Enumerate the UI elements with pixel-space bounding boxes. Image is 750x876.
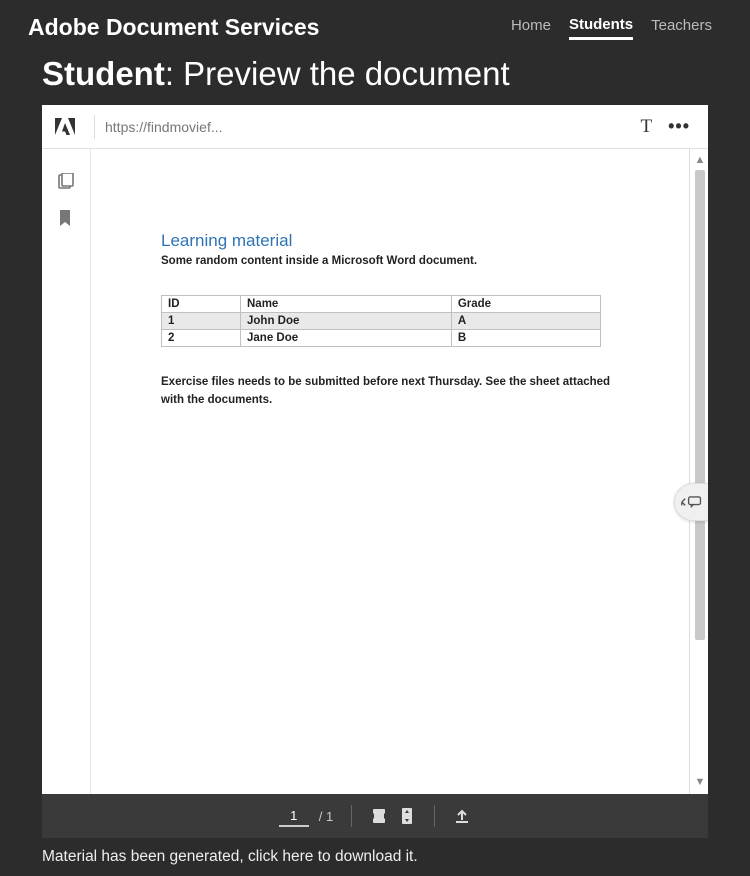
download-message[interactable]: Material has been generated, click here … [0,838,750,876]
document-page: Learning material Some random content in… [91,149,690,794]
table-row: 2 Jane Doe B [162,330,601,347]
nav-home[interactable]: Home [511,17,551,38]
doc-intro: Some random content inside a Microsoft W… [161,255,619,267]
text-tool-icon[interactable]: T [640,116,652,138]
bar-divider [351,805,352,827]
app-header: Adobe Document Services Home Students Te… [0,0,750,51]
viewer-body: Learning material Some random content in… [42,149,708,794]
cell-id: 2 [162,330,241,347]
th-id: ID [162,296,241,313]
adobe-logo-icon [54,117,76,137]
nav-teachers[interactable]: Teachers [651,17,712,38]
left-rail [42,149,90,794]
bar-divider [434,805,435,827]
table-header-row: ID Name Grade [162,296,601,313]
brand-title: Adobe Document Services [28,14,319,41]
toolbar-divider [94,115,95,139]
toolbar-actions: T ••• [640,116,696,138]
scroll-thumb[interactable] [695,170,705,640]
page-scroll-area: Learning material Some random content in… [90,149,708,794]
thumbnails-icon[interactable] [57,173,75,191]
page-title: Student: Preview the document [0,51,750,105]
table-row: 1 John Doe A [162,313,601,330]
doc-heading: Learning material [161,231,619,251]
page-title-prefix: Student [42,55,165,92]
fit-page-icon[interactable] [398,807,416,825]
document-url: https://findmovief... [105,119,640,135]
page-number-input[interactable] [279,805,309,827]
upload-icon[interactable] [453,807,471,825]
nav-students[interactable]: Students [569,16,633,40]
cell-grade: A [451,313,600,330]
main-nav: Home Students Teachers [511,16,722,40]
scroll-up-icon[interactable]: ▲ [695,153,706,168]
page-total: / 1 [319,809,333,824]
doc-footnote: Exercise files needs to be submitted bef… [161,373,619,410]
scrollbar[interactable]: ▲ ▼ [692,153,708,790]
cell-name: John Doe [241,313,452,330]
th-name: Name [241,296,452,313]
doc-table: ID Name Grade 1 John Doe A 2 Jane Doe [161,295,601,347]
cell-grade: B [451,330,600,347]
bookmark-icon[interactable] [57,209,75,227]
viewer-top-toolbar: https://findmovief... T ••• [42,105,708,149]
cell-name: Jane Doe [241,330,452,347]
scroll-down-icon[interactable]: ▼ [695,775,706,790]
comments-panel-toggle[interactable] [674,483,708,521]
th-grade: Grade [451,296,600,313]
document-content: Learning material Some random content in… [91,149,689,430]
pdf-viewer: https://findmovief... T ••• Lear [42,105,708,838]
fit-width-icon[interactable] [370,807,388,825]
more-options-icon[interactable]: ••• [668,116,690,137]
page-title-rest: : Preview the document [165,55,510,92]
viewer-bottom-toolbar: / 1 [42,794,708,838]
cell-id: 1 [162,313,241,330]
